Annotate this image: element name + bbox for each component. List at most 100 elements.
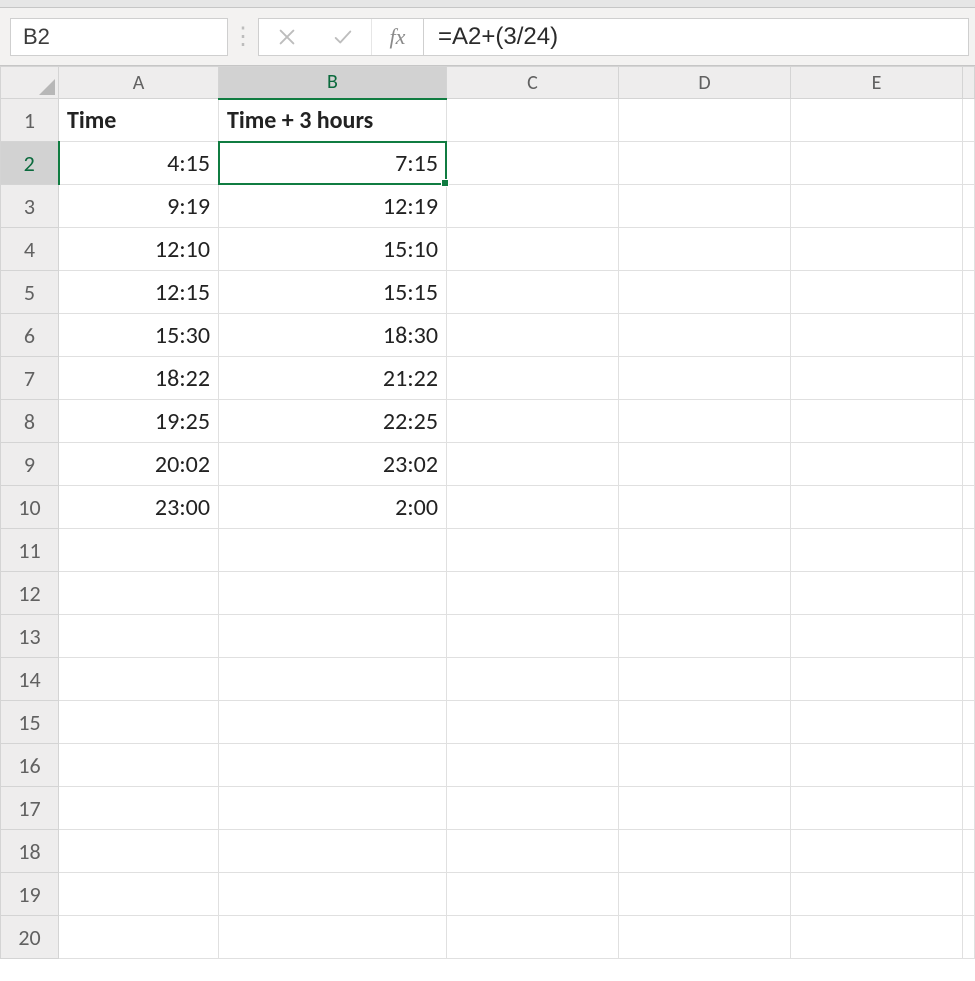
cell-A5[interactable]: 12:15 (59, 271, 219, 314)
cell-C5[interactable] (447, 271, 619, 314)
cell-C20[interactable] (447, 916, 619, 959)
cell-filler[interactable] (963, 486, 975, 529)
cell-A18[interactable] (59, 830, 219, 873)
cell-D4[interactable] (619, 228, 791, 271)
cell-A20[interactable] (59, 916, 219, 959)
select-all-corner[interactable] (1, 67, 59, 99)
cell-filler[interactable] (963, 271, 975, 314)
cell-A9[interactable]: 20:02 (59, 443, 219, 486)
cell-B15[interactable] (219, 701, 447, 744)
cell-E1[interactable] (791, 99, 963, 142)
cell-D2[interactable] (619, 142, 791, 185)
cell-filler[interactable] (963, 572, 975, 615)
cell-B19[interactable] (219, 873, 447, 916)
cell-filler[interactable] (963, 701, 975, 744)
row-header-2[interactable]: 2 (1, 142, 59, 185)
column-header-C[interactable]: C (447, 67, 619, 99)
cell-E14[interactable] (791, 658, 963, 701)
cell-E12[interactable] (791, 572, 963, 615)
cell-filler[interactable] (963, 873, 975, 916)
cell-A13[interactable] (59, 615, 219, 658)
row-header-17[interactable]: 17 (1, 787, 59, 830)
cell-B18[interactable] (219, 830, 447, 873)
row-header-8[interactable]: 8 (1, 400, 59, 443)
cell-filler[interactable] (963, 99, 975, 142)
cell-D17[interactable] (619, 787, 791, 830)
row-header-9[interactable]: 9 (1, 443, 59, 486)
cell-filler[interactable] (963, 314, 975, 357)
cell-B1[interactable]: Time + 3 hours (219, 99, 447, 142)
cell-B13[interactable] (219, 615, 447, 658)
cell-A8[interactable]: 19:25 (59, 400, 219, 443)
cell-D20[interactable] (619, 916, 791, 959)
cell-D18[interactable] (619, 830, 791, 873)
cell-A19[interactable] (59, 873, 219, 916)
cell-D9[interactable] (619, 443, 791, 486)
cell-B12[interactable] (219, 572, 447, 615)
cell-D5[interactable] (619, 271, 791, 314)
cell-filler[interactable] (963, 400, 975, 443)
column-header-B[interactable]: B (219, 67, 447, 99)
cell-A12[interactable] (59, 572, 219, 615)
row-header-3[interactable]: 3 (1, 185, 59, 228)
cell-B11[interactable] (219, 529, 447, 572)
cell-B4[interactable]: 15:10 (219, 228, 447, 271)
row-header-1[interactable]: 1 (1, 99, 59, 142)
row-header-4[interactable]: 4 (1, 228, 59, 271)
cell-D8[interactable] (619, 400, 791, 443)
cell-A4[interactable]: 12:10 (59, 228, 219, 271)
cell-E4[interactable] (791, 228, 963, 271)
cell-C2[interactable] (447, 142, 619, 185)
cancel-button[interactable] (259, 19, 315, 55)
cell-B7[interactable]: 21:22 (219, 357, 447, 400)
cell-C15[interactable] (447, 701, 619, 744)
cell-B2[interactable]: 7:15 (219, 142, 447, 185)
cell-A2[interactable]: 4:15 (59, 142, 219, 185)
cell-E5[interactable] (791, 271, 963, 314)
worksheet-grid[interactable]: ABCDE 1TimeTime + 3 hours24:157:1539:191… (0, 66, 975, 959)
cell-D14[interactable] (619, 658, 791, 701)
cell-D7[interactable] (619, 357, 791, 400)
cell-E10[interactable] (791, 486, 963, 529)
cell-filler[interactable] (963, 916, 975, 959)
cell-filler[interactable] (963, 744, 975, 787)
insert-function-button[interactable]: fx (371, 19, 423, 55)
cell-E9[interactable] (791, 443, 963, 486)
cell-C18[interactable] (447, 830, 619, 873)
cell-A16[interactable] (59, 744, 219, 787)
cell-C8[interactable] (447, 400, 619, 443)
cell-C3[interactable] (447, 185, 619, 228)
cell-E17[interactable] (791, 787, 963, 830)
cell-C17[interactable] (447, 787, 619, 830)
cell-D3[interactable] (619, 185, 791, 228)
cell-E8[interactable] (791, 400, 963, 443)
cell-C16[interactable] (447, 744, 619, 787)
row-header-10[interactable]: 10 (1, 486, 59, 529)
cell-E13[interactable] (791, 615, 963, 658)
row-header-18[interactable]: 18 (1, 830, 59, 873)
cell-C6[interactable] (447, 314, 619, 357)
cell-E18[interactable] (791, 830, 963, 873)
row-header-16[interactable]: 16 (1, 744, 59, 787)
cell-filler[interactable] (963, 142, 975, 185)
cell-D12[interactable] (619, 572, 791, 615)
cell-A17[interactable] (59, 787, 219, 830)
cell-C10[interactable] (447, 486, 619, 529)
cell-C14[interactable] (447, 658, 619, 701)
row-header-11[interactable]: 11 (1, 529, 59, 572)
row-header-13[interactable]: 13 (1, 615, 59, 658)
cell-E19[interactable] (791, 873, 963, 916)
cell-C1[interactable] (447, 99, 619, 142)
row-header-19[interactable]: 19 (1, 873, 59, 916)
row-header-7[interactable]: 7 (1, 357, 59, 400)
row-header-6[interactable]: 6 (1, 314, 59, 357)
column-header-A[interactable]: A (59, 67, 219, 99)
cell-E20[interactable] (791, 916, 963, 959)
cell-filler[interactable] (963, 615, 975, 658)
cell-E11[interactable] (791, 529, 963, 572)
cell-B14[interactable] (219, 658, 447, 701)
enter-button[interactable] (315, 19, 371, 55)
row-header-14[interactable]: 14 (1, 658, 59, 701)
cell-A3[interactable]: 9:19 (59, 185, 219, 228)
cell-A1[interactable]: Time (59, 99, 219, 142)
